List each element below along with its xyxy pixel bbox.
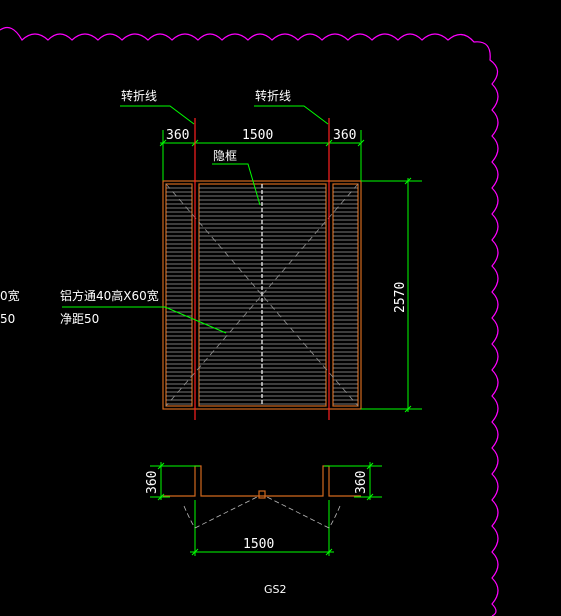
hidden-frame-label: 隐框: [213, 149, 237, 163]
dim-section-left: 360: [145, 471, 160, 494]
fold-line-leaders: [120, 105, 329, 125]
dim-top-left: 360: [166, 128, 189, 143]
height-dimension: [361, 177, 422, 413]
dim-height: 2570: [393, 282, 408, 313]
dim-section-right: 360: [354, 471, 369, 494]
fold-line-label-right: 转折线: [255, 88, 291, 103]
cad-drawing: 360 1500 360 转折线 转折线 隐框 铝方通40高X60宽 净距50 …: [0, 27, 499, 616]
drawing-code: GS2: [264, 583, 287, 596]
dim-section-bottom: 1500: [243, 537, 274, 552]
door-swing-lines: [183, 495, 341, 529]
section-profile: [163, 465, 361, 499]
material-label-line1: 铝方通40高X60宽: [60, 288, 159, 303]
material-label-line2: 净距50: [60, 312, 99, 326]
dim-top-center: 1500: [242, 128, 273, 143]
dim-top-right: 360: [333, 128, 356, 143]
fold-line-label-left: 转折线: [121, 88, 157, 103]
clipped-label-line1: 0宽: [0, 288, 20, 303]
clipped-label-line2: 50: [0, 312, 15, 326]
